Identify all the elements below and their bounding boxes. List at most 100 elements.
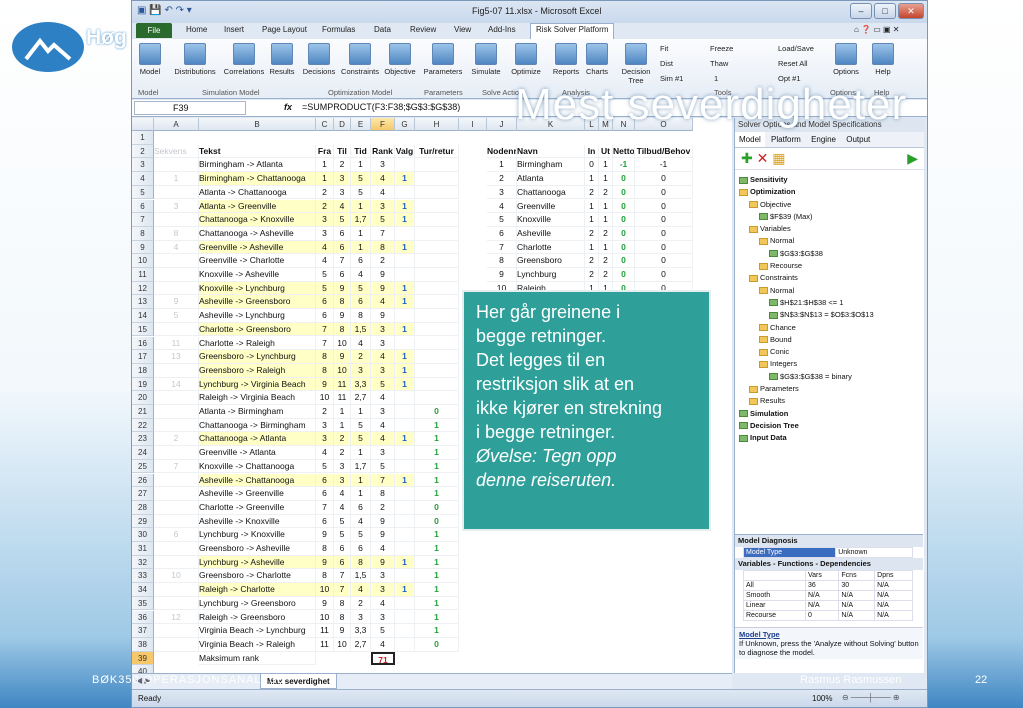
simulate-button[interactable]: Simulate [468, 43, 504, 76]
node-number-cell[interactable]: 5 [487, 213, 517, 227]
to-cell[interactable]: 1 [334, 418, 351, 433]
from-cell[interactable]: 7 [316, 500, 334, 515]
from-cell[interactable]: 5 [316, 459, 334, 474]
max-rank-label[interactable]: Maksimum rank [199, 651, 316, 666]
rank-cell[interactable]: 4 [371, 418, 395, 433]
from-cell[interactable]: 9 [316, 377, 334, 392]
header-navn[interactable]: Navn [517, 144, 585, 159]
header-netto[interactable]: Netto [613, 144, 635, 159]
rank-cell[interactable]: 4 [371, 637, 395, 652]
row-header[interactable]: 15 [132, 322, 154, 337]
sequence-cell[interactable] [154, 596, 199, 611]
time-cell[interactable]: 1 [351, 158, 371, 173]
options-button[interactable]: Options [828, 43, 864, 76]
node-net-cell[interactable]: 0 [613, 240, 635, 255]
route-text-cell[interactable]: Knoxville -> Asheville [199, 268, 316, 282]
rank-cell[interactable]: 8 [371, 487, 395, 501]
time-cell[interactable]: 5 [351, 418, 371, 433]
rank-cell[interactable]: 5 [371, 624, 395, 638]
time-cell[interactable]: 1 [351, 199, 371, 214]
row-header[interactable]: 13 [132, 295, 154, 310]
row-header[interactable]: 18 [132, 363, 154, 378]
decisions-button[interactable]: Decisions [300, 43, 338, 76]
to-cell[interactable]: 1 [334, 405, 351, 419]
round-trip-cell[interactable] [415, 281, 459, 296]
round-trip-cell[interactable] [415, 172, 459, 186]
route-text-cell[interactable]: Chattanooga -> Asheville [199, 226, 316, 241]
node-net-cell[interactable]: 0 [613, 226, 635, 241]
rank-cell[interactable]: 9 [371, 309, 395, 323]
quick-access-icons[interactable]: ▣ 💾 ↶ ↷ ▾ [137, 5, 192, 16]
time-cell[interactable]: 8 [351, 555, 371, 570]
route-text-cell[interactable]: Atlanta -> Chattanooga [199, 185, 316, 200]
tab-home[interactable]: Home [186, 25, 207, 34]
choice-cell[interactable] [395, 610, 415, 625]
sequence-cell[interactable]: 2 [154, 432, 199, 447]
rank-cell[interactable]: 4 [371, 432, 395, 447]
to-cell[interactable]: 10 [334, 336, 351, 351]
optimize-button[interactable]: Optimize [506, 43, 546, 76]
row-header[interactable]: 2 [132, 144, 154, 159]
route-text-cell[interactable]: Birmingham -> Chattanooga [199, 172, 316, 186]
to-cell[interactable]: 4 [334, 199, 351, 214]
from-cell[interactable]: 5 [316, 281, 334, 296]
sequence-cell[interactable] [154, 473, 199, 488]
time-cell[interactable]: 3,3 [351, 624, 371, 638]
sequence-cell[interactable] [154, 158, 199, 173]
route-text-cell[interactable]: Atlanta -> Greenville [199, 199, 316, 214]
tree-node[interactable]: Recourse [739, 260, 921, 272]
time-cell[interactable]: 6 [351, 500, 371, 515]
node-net-cell[interactable]: 0 [613, 254, 635, 268]
choice-cell[interactable] [395, 624, 415, 638]
time-cell[interactable]: 1 [351, 240, 371, 255]
row-header[interactable]: 11 [132, 268, 154, 282]
from-cell[interactable]: 8 [316, 350, 334, 364]
rank-cell[interactable]: 3 [371, 446, 395, 460]
rank-cell[interactable]: 2 [371, 254, 395, 268]
row-header[interactable]: 16 [132, 336, 154, 351]
rank-cell[interactable]: 3 [371, 569, 395, 584]
route-text-cell[interactable]: Asheville -> Knoxville [199, 514, 316, 529]
objective-button[interactable]: Objective [382, 43, 418, 76]
node-name-cell[interactable]: Lynchburg [517, 268, 585, 282]
sequence-cell[interactable] [154, 281, 199, 296]
node-number-cell[interactable]: 4 [487, 199, 517, 214]
from-cell[interactable]: 3 [316, 432, 334, 447]
header-in[interactable]: In [585, 144, 599, 159]
node-supply-cell[interactable]: -1 [635, 158, 693, 173]
round-trip-cell[interactable] [415, 158, 459, 173]
time-cell[interactable]: 1 [351, 487, 371, 501]
select-all-corner[interactable] [132, 118, 154, 131]
sequence-cell[interactable]: 14 [154, 377, 199, 392]
to-cell[interactable]: 8 [334, 295, 351, 310]
column-header[interactable]: H [415, 118, 459, 131]
tree-node[interactable]: Conic [739, 346, 921, 358]
tree-node[interactable]: Optimization [739, 186, 921, 198]
time-cell[interactable]: 1,7 [351, 459, 371, 474]
tree-node[interactable]: Bound [739, 334, 921, 346]
sequence-cell[interactable]: 5 [154, 309, 199, 323]
row-header[interactable]: 10 [132, 254, 154, 268]
distributions-button[interactable]: Distributions [170, 43, 220, 76]
maximize-icon[interactable]: □ [874, 3, 896, 19]
route-text-cell[interactable]: Asheville -> Lynchburg [199, 309, 316, 323]
rank-cell[interactable]: 3 [371, 322, 395, 337]
round-trip-cell[interactable] [415, 363, 459, 378]
charts-button[interactable]: Charts [582, 43, 612, 76]
choice-cell[interactable] [395, 569, 415, 584]
sequence-cell[interactable]: 13 [154, 350, 199, 364]
tree-node[interactable]: $H$21:$H$38 <= 1 [739, 297, 921, 309]
from-cell[interactable]: 8 [316, 542, 334, 556]
reports-button[interactable]: Reports [550, 43, 582, 76]
column-header[interactable]: I [459, 118, 487, 131]
node-number-cell[interactable]: 9 [487, 268, 517, 282]
round-trip-cell[interactable]: 1 [415, 432, 459, 447]
node-supply-cell[interactable]: 0 [635, 185, 693, 200]
row-header[interactable]: 28 [132, 500, 154, 515]
to-cell[interactable]: 3 [334, 473, 351, 488]
close-icon[interactable]: ✕ [898, 3, 924, 19]
rank-cell[interactable]: 5 [371, 459, 395, 474]
node-net-cell[interactable]: 0 [613, 268, 635, 282]
column-header[interactable]: C [316, 118, 334, 131]
node-name-cell[interactable]: Birmingham [517, 158, 585, 173]
